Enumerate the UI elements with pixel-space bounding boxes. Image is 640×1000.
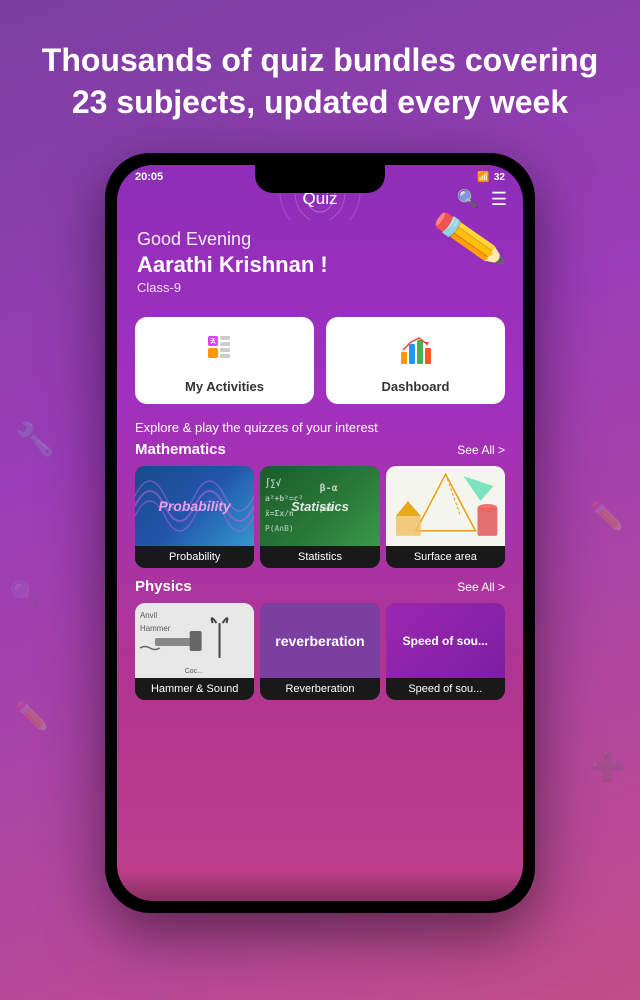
probability-label: Probability bbox=[135, 546, 254, 568]
hammer-img: Anvil Hammer Co bbox=[135, 603, 254, 678]
reverberation-label: Reverberation bbox=[260, 678, 379, 700]
svg-text:Hammer: Hammer bbox=[140, 624, 171, 633]
quick-actions: A B ☰ My Activities bbox=[117, 305, 523, 416]
my-activities-icon: A B ☰ bbox=[206, 331, 244, 371]
hero-section: Thousands of quiz bundles covering 23 su… bbox=[0, 0, 640, 143]
svg-text:Anvil: Anvil bbox=[140, 611, 157, 620]
svg-text:β-α: β-α bbox=[320, 483, 338, 494]
greeting-class: Class-9 bbox=[137, 280, 503, 295]
status-right: 📶 32 bbox=[477, 172, 505, 183]
greeting-section: Good Evening Aarathi Krishnan ! Class-9 … bbox=[117, 217, 523, 305]
bottom-fade bbox=[117, 871, 523, 901]
math-see-all[interactable]: See All > bbox=[457, 443, 505, 457]
phone-screen: 20:05 📶 32 Quiz 🔍 ☰ Good Evening Aarathi… bbox=[117, 165, 523, 901]
my-activities-card[interactable]: A B ☰ My Activities bbox=[135, 317, 314, 404]
hero-tagline: Thousands of quiz bundles covering 23 su… bbox=[40, 40, 600, 123]
svg-text:∫∑√: ∫∑√ bbox=[265, 478, 282, 489]
probability-card[interactable]: Probability Probability bbox=[135, 466, 254, 568]
probability-img: Probability bbox=[135, 466, 254, 546]
explore-text: Explore & play the quizzes of your inter… bbox=[117, 416, 523, 441]
physics-see-all[interactable]: See All > bbox=[457, 580, 505, 594]
wifi-icon: 📶 bbox=[477, 172, 489, 183]
speed-sound-card[interactable]: Speed of sou... Speed of sou... bbox=[386, 603, 505, 700]
statistics-card[interactable]: ∫∑√ a²+b²=c² x̄=Σx/n P(A∩B) β-α μ±σ Stat… bbox=[260, 466, 379, 568]
speed-label: Speed of sou... bbox=[386, 678, 505, 700]
battery-level: 32 bbox=[494, 172, 505, 183]
hammer-label: Hammer & Sound bbox=[135, 678, 254, 700]
phone-frame: 20:05 📶 32 Quiz 🔍 ☰ Good Evening Aarathi… bbox=[105, 153, 535, 913]
surface-area-img bbox=[386, 466, 505, 546]
physics-quiz-row: Anvil Hammer Co bbox=[135, 603, 505, 700]
physics-header: Physics See All > bbox=[135, 578, 505, 595]
deco-wrench-left: 🔧 bbox=[15, 420, 55, 458]
mathematics-section: Mathematics See All > Proba bbox=[117, 441, 523, 568]
physics-title: Physics bbox=[135, 578, 192, 595]
statistics-text: Statistics bbox=[291, 499, 349, 514]
svg-text:x̄=Σx/n: x̄=Σx/n bbox=[265, 509, 294, 518]
math-title: Mathematics bbox=[135, 441, 226, 458]
dashboard-icon bbox=[397, 331, 435, 371]
surface-area-label: Surface area bbox=[386, 546, 505, 568]
statistics-label: Statistics bbox=[260, 546, 379, 568]
dashboard-card[interactable]: Dashboard bbox=[326, 317, 505, 404]
physics-section: Physics See All > Anvil Hammer bbox=[117, 568, 523, 700]
hammer-card[interactable]: Anvil Hammer Co bbox=[135, 603, 254, 700]
math-quiz-row: Probability Probability ∫∑√ a²+b²=c² x̄=… bbox=[135, 466, 505, 568]
reverberation-card[interactable]: reverberation Reverberation bbox=[260, 603, 379, 700]
deco-search-left: 🔍 bbox=[10, 580, 40, 609]
deco-edit-right: ✏️ bbox=[590, 500, 625, 533]
reverb-text: reverberation bbox=[271, 629, 368, 653]
phone-notch bbox=[255, 165, 385, 193]
speed-text: Speed of sou... bbox=[399, 630, 492, 652]
svg-text:P(A∩B): P(A∩B) bbox=[265, 524, 294, 533]
svg-text:Coc...: Coc... bbox=[185, 668, 203, 675]
deco-pencil-left: ✏️ bbox=[15, 700, 50, 733]
svg-text:☰: ☰ bbox=[210, 338, 215, 345]
probability-text: Probability bbox=[158, 498, 230, 514]
dashboard-label: Dashboard bbox=[382, 379, 450, 394]
math-header: Mathematics See All > bbox=[135, 441, 505, 458]
statistics-img: ∫∑√ a²+b²=c² x̄=Σx/n P(A∩B) β-α μ±σ Stat… bbox=[260, 466, 379, 546]
surface-area-card[interactable]: Surface area bbox=[386, 466, 505, 568]
deco-plus-right: ➕ bbox=[590, 750, 625, 783]
speed-img: Speed of sou... bbox=[386, 603, 505, 678]
status-time: 20:05 bbox=[135, 171, 163, 183]
phone-wrapper: 20:05 📶 32 Quiz 🔍 ☰ Good Evening Aarathi… bbox=[0, 153, 640, 913]
reverb-img: reverberation bbox=[260, 603, 379, 678]
my-activities-label: My Activities bbox=[185, 379, 264, 394]
